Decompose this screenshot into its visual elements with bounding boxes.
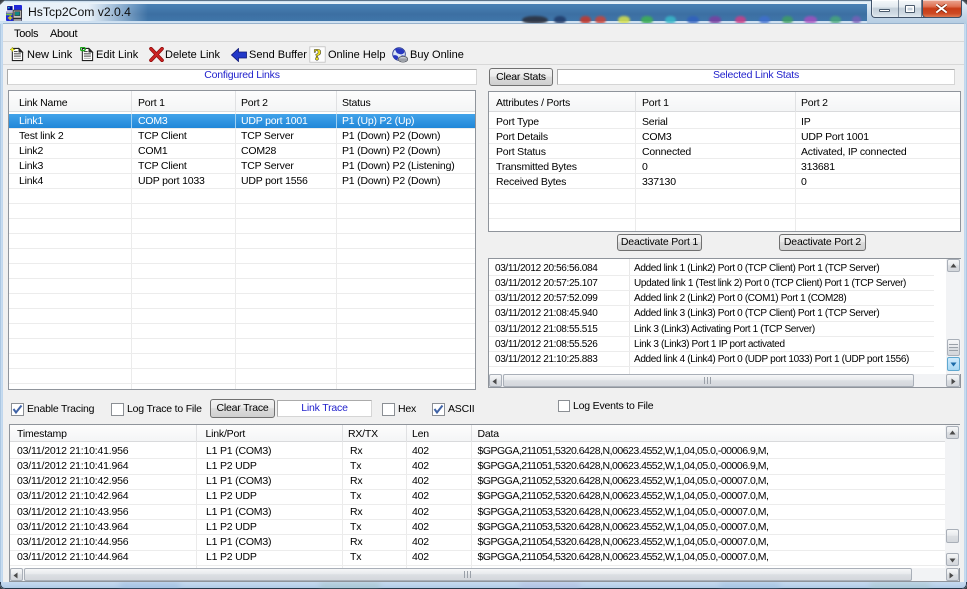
svg-text:?: ? <box>314 47 322 63</box>
